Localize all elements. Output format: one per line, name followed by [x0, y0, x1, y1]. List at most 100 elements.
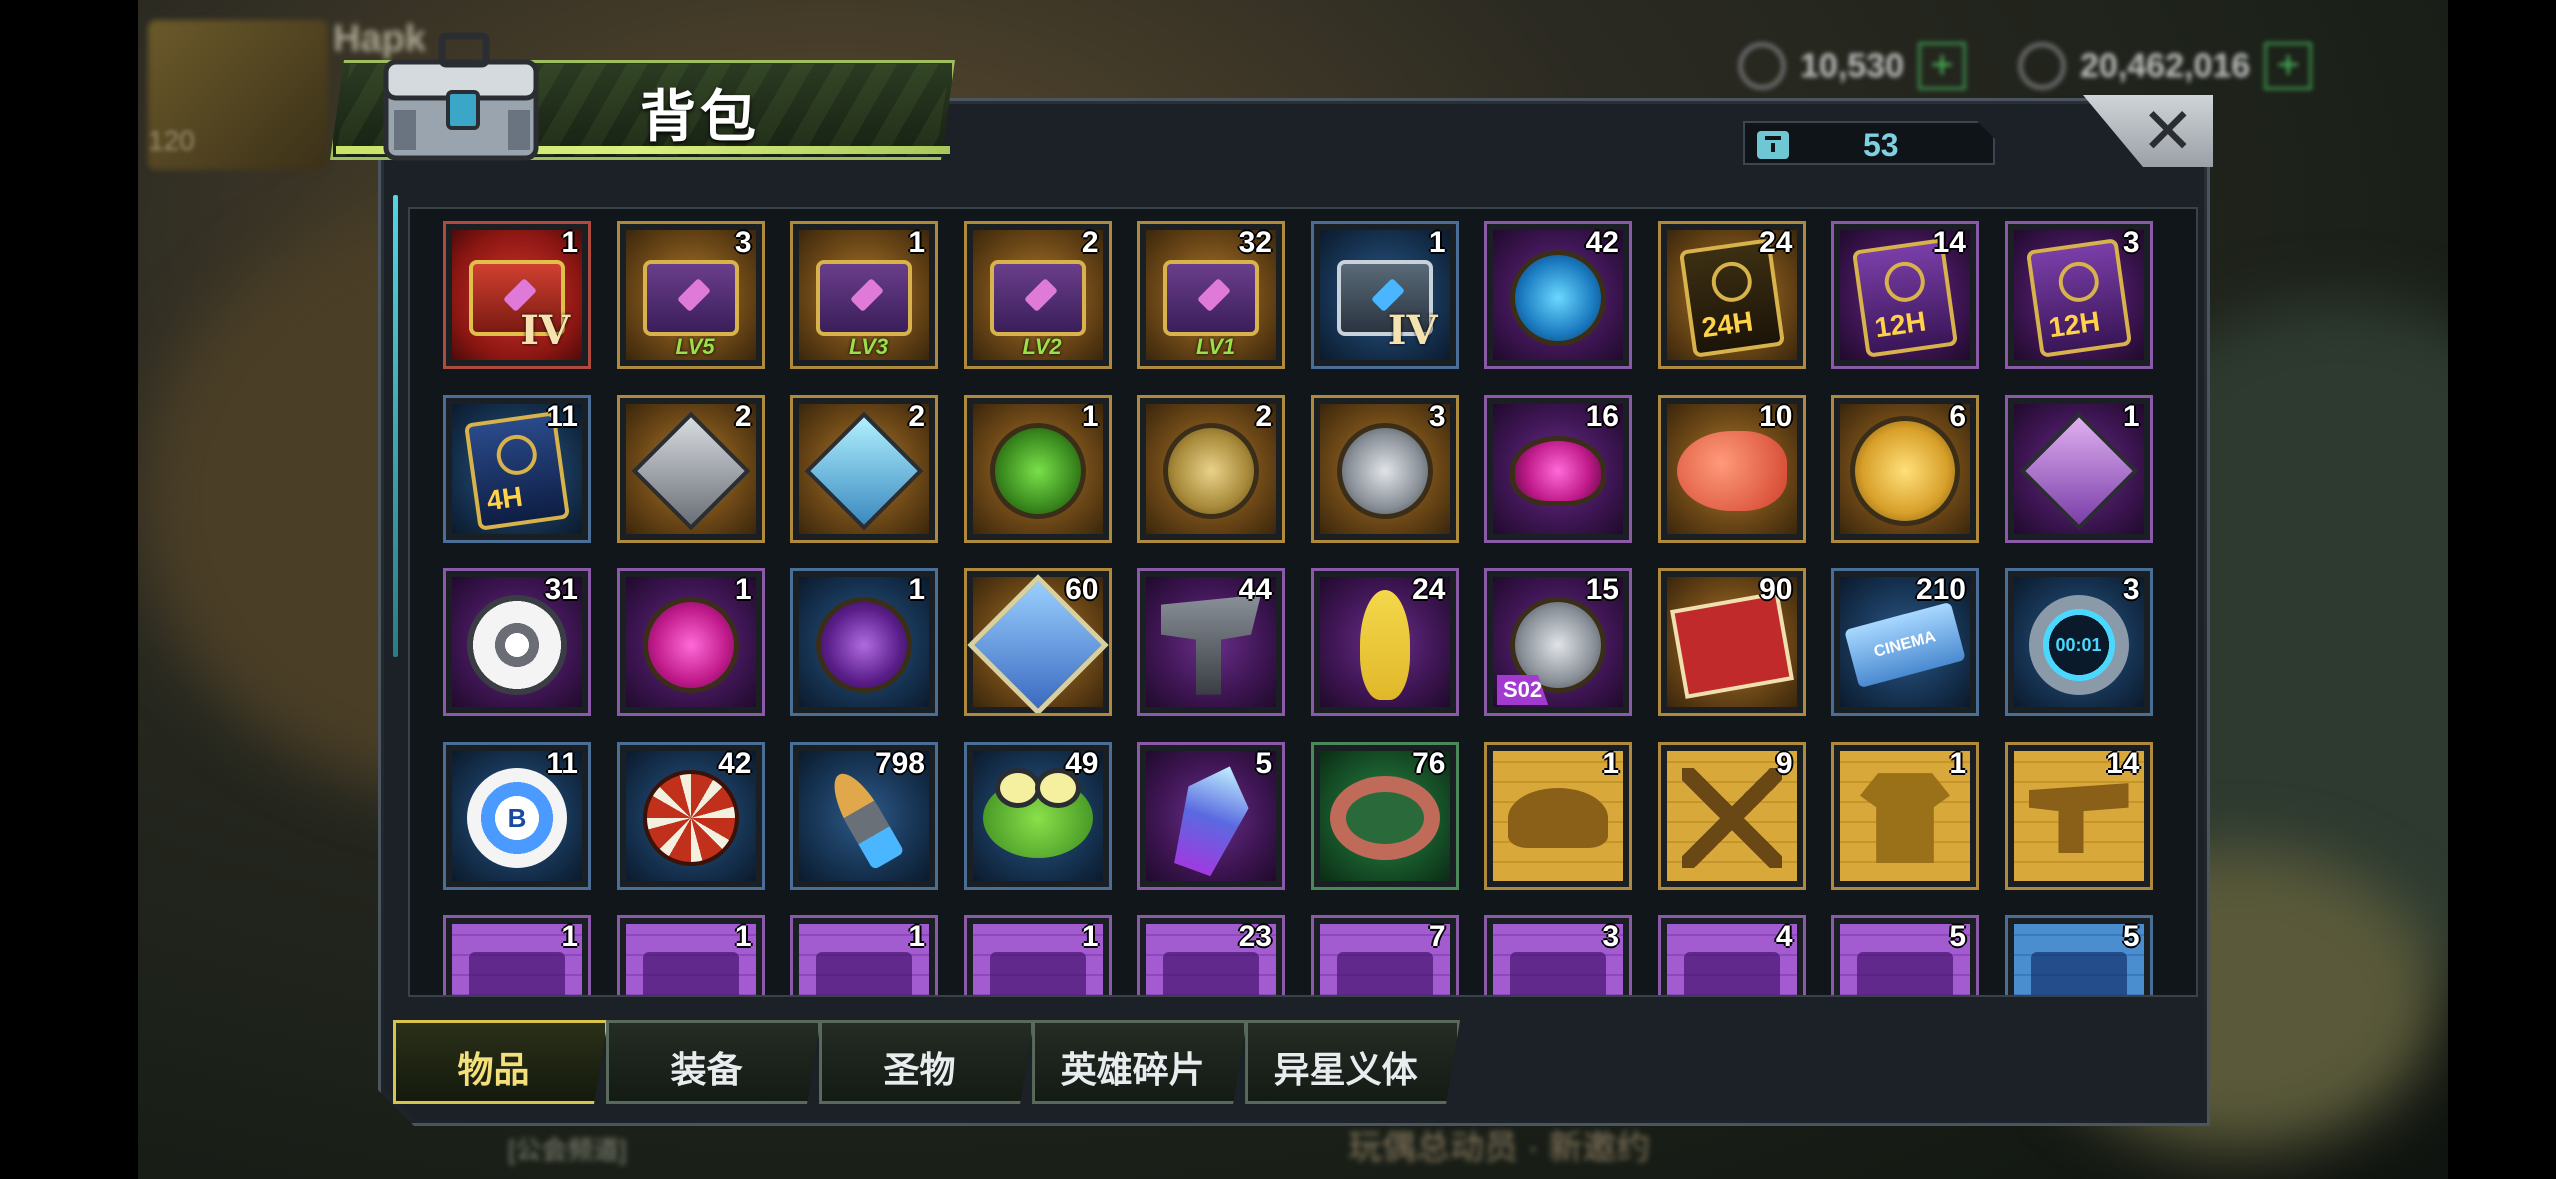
- item-art: [1336, 423, 1433, 520]
- item-art: [2028, 783, 2129, 854]
- item-count: 1: [1081, 399, 1099, 433]
- item-art: [642, 770, 739, 867]
- item-art: [642, 596, 739, 693]
- item-art: [1163, 951, 1259, 995]
- item-count: 3: [2122, 226, 2140, 259]
- item-art: [1163, 259, 1259, 336]
- inventory-slot[interactable]: 798: [790, 741, 938, 890]
- tab-label: 异星义体: [1273, 1049, 1418, 1090]
- tab-1[interactable]: 装备: [606, 1020, 821, 1104]
- inventory-slot[interactable]: 44: [1137, 568, 1285, 716]
- item-art: [989, 951, 1086, 995]
- item-count: 2: [908, 399, 925, 433]
- tab-2[interactable]: 圣物: [819, 1020, 1034, 1104]
- inventory-slot[interactable]: B 11: [443, 741, 591, 890]
- inventory-slot[interactable]: 5: [1137, 741, 1285, 890]
- item-art: [816, 259, 912, 336]
- inventory-slot[interactable]: 1: [963, 394, 1112, 543]
- inventory-slot[interactable]: 00:01 3: [2004, 568, 2153, 716]
- inventory-slot[interactable]: 12H 3: [2004, 221, 2153, 369]
- inventory-slot[interactable]: LV1 32: [1137, 221, 1285, 369]
- inventory-slot[interactable]: 60: [963, 568, 1112, 716]
- inventory-slot[interactable]: LV3 1: [790, 221, 938, 369]
- item-art: [1510, 951, 1606, 995]
- item-art: [989, 259, 1086, 336]
- tab-4[interactable]: 异星义体: [1245, 1020, 1460, 1104]
- inventory-slot[interactable]: S02 15: [1484, 568, 1632, 716]
- inventory-slot[interactable]: 76: [1310, 741, 1459, 890]
- item-art: [1336, 951, 1433, 995]
- resource-1-value: 10,530: [1800, 46, 1904, 85]
- item-art: [1510, 436, 1606, 507]
- inventory-slot[interactable]: CINEMA 210: [1831, 568, 1979, 716]
- inventory-slot[interactable]: 90: [1657, 568, 1806, 716]
- item-art: [642, 259, 739, 336]
- inventory-slot[interactable]: 1: [1831, 741, 1979, 890]
- inventory-slot[interactable]: 6: [1831, 394, 1979, 543]
- item-art: [469, 951, 565, 995]
- item-count: 31: [544, 573, 578, 606]
- item-art: [1329, 776, 1440, 861]
- inventory-slot[interactable]: 3: [1484, 915, 1632, 995]
- add-resource-1-button[interactable]: +: [1918, 42, 1966, 90]
- item-count: 5: [2122, 920, 2140, 953]
- inventory-slot[interactable]: 12H 14: [1831, 221, 1979, 369]
- inventory-slot[interactable]: 42: [1484, 221, 1632, 369]
- item-count: 1: [2122, 399, 2140, 433]
- tab-3[interactable]: 英雄碎片: [1032, 1020, 1247, 1104]
- duration-label: 4H: [484, 480, 525, 517]
- inventory-slot[interactable]: 4: [1657, 915, 1806, 995]
- add-resource-2-button[interactable]: +: [2264, 42, 2313, 90]
- inventory-slot[interactable]: 49: [963, 741, 1112, 890]
- inventory-slot[interactable]: 1: [443, 915, 591, 995]
- inventory-slot[interactable]: IV 1: [443, 221, 591, 369]
- inventory-slot[interactable]: 2: [616, 394, 765, 543]
- inventory-slot[interactable]: LV2 2: [963, 221, 1112, 369]
- item-art: [1163, 423, 1259, 520]
- inventory-slot[interactable]: 5: [2004, 915, 2153, 995]
- inventory-slot[interactable]: 14: [2004, 741, 2153, 890]
- inventory-slot[interactable]: 5: [1831, 915, 1979, 995]
- inventory-slot[interactable]: 2: [1137, 394, 1285, 543]
- item-art: [631, 411, 750, 531]
- inventory-slot[interactable]: 3: [1310, 394, 1459, 543]
- item-art: 12H: [2025, 237, 2132, 358]
- item-count: 24: [1412, 573, 1446, 606]
- inventory-slot[interactable]: 23: [1137, 915, 1285, 995]
- scrollbar[interactable]: [393, 195, 398, 657]
- duration-label: 12H: [2046, 305, 2102, 343]
- inventory-slot[interactable]: 1: [616, 915, 765, 995]
- inventory-slot[interactable]: 7: [1310, 915, 1459, 995]
- inventory-slot[interactable]: 31: [443, 568, 591, 716]
- inventory-slot[interactable]: 1: [1484, 741, 1632, 890]
- inventory-slot[interactable]: 24H 24: [1657, 221, 1806, 369]
- bag-capacity: 53: [1743, 121, 1995, 165]
- inventory-slot[interactable]: 42: [616, 741, 765, 890]
- item-art: [816, 596, 912, 693]
- inventory-slot[interactable]: LV5 3: [616, 221, 765, 369]
- inventory-slot[interactable]: 1: [2004, 394, 2153, 543]
- inventory-slot[interactable]: 2: [790, 394, 938, 543]
- inventory-slot[interactable]: 24: [1310, 568, 1459, 716]
- item-count: 1: [908, 226, 925, 259]
- inventory-slot[interactable]: 1: [616, 568, 765, 716]
- inventory-slot[interactable]: 4H 11: [443, 394, 591, 543]
- item-count: 16: [1585, 399, 1619, 433]
- item-count: 10: [1759, 399, 1793, 433]
- inventory-slot[interactable]: 1: [790, 915, 938, 995]
- inventory-slot[interactable]: 1: [790, 568, 938, 716]
- item-count: 7: [1428, 920, 1446, 953]
- inventory-slot[interactable]: IV 1: [1310, 221, 1459, 369]
- inventory-slot[interactable]: 10: [1657, 394, 1806, 543]
- inventory-slot[interactable]: 9: [1657, 741, 1806, 890]
- item-art: [1161, 594, 1261, 695]
- inventory-slot[interactable]: 1: [963, 915, 1112, 995]
- item-art: [982, 768, 1093, 859]
- item-count: 798: [874, 746, 925, 780]
- item-count: 42: [1585, 226, 1619, 259]
- item-count: 15: [1585, 573, 1619, 606]
- tier-label: IV: [520, 307, 570, 354]
- inventory-slot[interactable]: 16: [1484, 394, 1632, 543]
- item-count: 11: [546, 746, 578, 780]
- tab-0[interactable]: 物品: [393, 1020, 608, 1104]
